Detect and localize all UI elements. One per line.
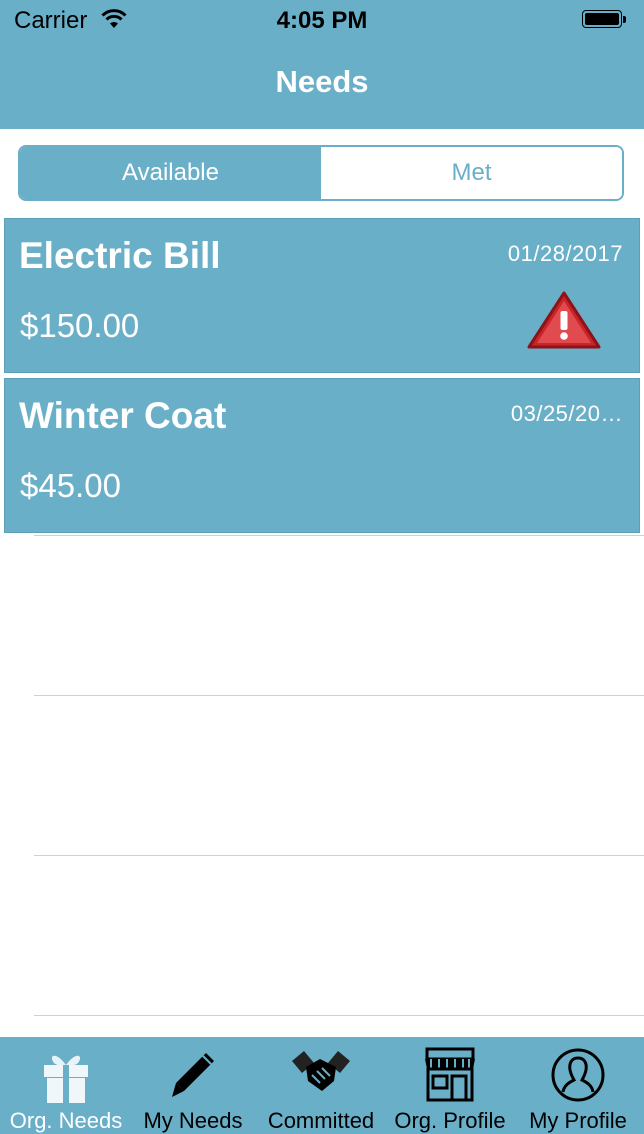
need-name: Electric Bill	[19, 235, 221, 276]
need-date: 03/25/20…	[510, 401, 623, 426]
page-title: Needs	[275, 64, 369, 99]
pencil-icon	[172, 1053, 214, 1097]
tab-my-needs[interactable]: My Needs	[132, 1037, 254, 1134]
battery-icon	[582, 10, 627, 30]
tab-org-profile[interactable]: Org. Profile	[388, 1037, 512, 1134]
row-separator	[34, 535, 644, 536]
handshake-icon	[292, 1051, 350, 1091]
row-separator	[34, 1015, 644, 1016]
tab-bar: Org. Needs My Needs Committed Org. Profi…	[0, 1037, 644, 1134]
segment-met[interactable]: Met	[321, 147, 622, 199]
need-row-electric-bill[interactable]: Electric Bill 01/28/2017 $150.00	[4, 218, 640, 373]
need-name: Winter Coat	[19, 395, 227, 436]
tab-label: Committed	[267, 1108, 375, 1133]
gift-icon	[44, 1055, 88, 1103]
row-separator	[34, 855, 644, 856]
tab-label: My Profile	[529, 1108, 627, 1133]
need-amount: $45.00	[20, 467, 121, 504]
tab-org-needs[interactable]: Org. Needs	[0, 1037, 132, 1134]
tab-committed[interactable]: Committed	[254, 1037, 388, 1134]
need-date: 01/28/2017	[507, 241, 623, 266]
clock: 4:05 PM	[276, 7, 368, 34]
user-circle-icon	[551, 1048, 605, 1102]
tab-my-profile[interactable]: My Profile	[512, 1037, 644, 1134]
need-amount: $150.00	[20, 307, 140, 344]
segment-available[interactable]: Available	[20, 147, 321, 199]
status-bar: Carrier 4:05 PM	[0, 0, 644, 40]
tab-label: Org. Needs	[9, 1108, 123, 1133]
row-separator	[34, 695, 644, 696]
storefront-icon	[425, 1047, 475, 1102]
navigation-header: Carrier 4:05 PM Needs	[0, 0, 644, 129]
tab-label: My Needs	[143, 1108, 243, 1133]
need-row-winter-coat[interactable]: Winter Coat 03/25/20… $45.00	[4, 378, 640, 533]
warning-icon	[527, 291, 601, 349]
tab-label: Org. Profile	[394, 1108, 506, 1133]
needs-filter-segment: Available Met	[18, 145, 624, 201]
